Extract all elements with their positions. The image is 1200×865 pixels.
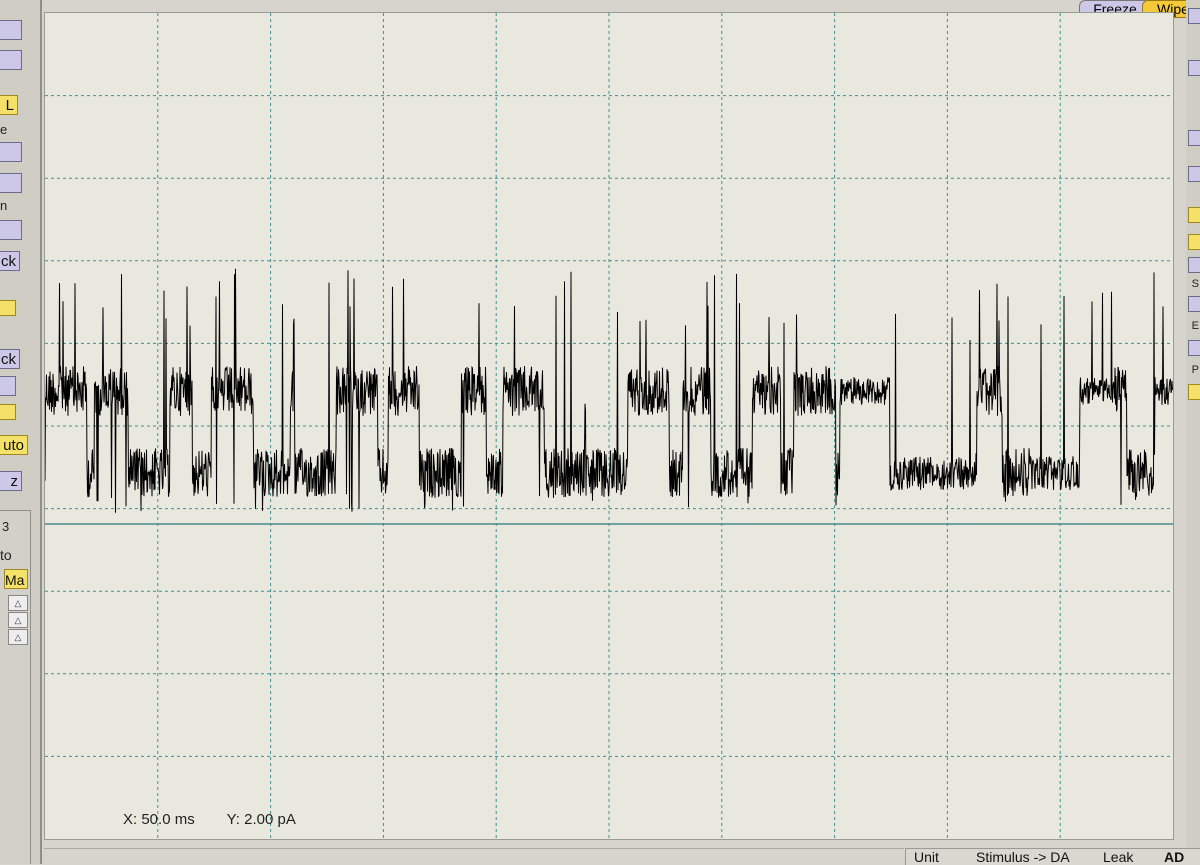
- left-panel-button-6[interactable]: [0, 376, 16, 396]
- left-panel-button-L[interactable]: L: [0, 95, 18, 115]
- right-panel-button-4[interactable]: [1188, 166, 1200, 182]
- left-panel-label-e: e: [0, 122, 8, 137]
- status-tab-ad[interactable]: AD: [1164, 849, 1184, 865]
- left-panel-button-ck-2[interactable]: ck: [0, 349, 20, 369]
- left-panel-button-3[interactable]: [0, 142, 22, 162]
- up-arrow-icon[interactable]: △: [8, 612, 28, 628]
- left-panel-button-1[interactable]: [0, 20, 22, 40]
- up-arrow-icon[interactable]: △: [8, 595, 28, 611]
- bottom-strip: [44, 848, 904, 865]
- trace-plot-svg: [45, 13, 1173, 839]
- left-panel-button-4[interactable]: [0, 173, 22, 193]
- right-panel-label-p: P: [1191, 364, 1199, 376]
- left-subpanel: 3 to Ma △ △ △: [0, 510, 31, 864]
- trace-display[interactable]: X: 50.0 ms Y: 2.00 pA: [44, 12, 1174, 840]
- left-panel-button-ck-1[interactable]: ck: [0, 251, 20, 271]
- left-subpanel-label-to: to: [0, 547, 12, 563]
- right-panel-button-7[interactable]: [1188, 340, 1200, 356]
- up-arrow-icon[interactable]: △: [8, 629, 28, 645]
- right-panel-button-6[interactable]: [1188, 296, 1200, 312]
- right-panel-toggle-1[interactable]: [1188, 207, 1200, 223]
- left-panel-button-auto[interactable]: uto: [0, 435, 28, 455]
- left-panel-small-toggle-1[interactable]: [0, 300, 16, 316]
- status-bar: Unit Stimulus -> DA Leak AD: [905, 848, 1200, 865]
- right-panel-toggle-2[interactable]: [1188, 234, 1200, 250]
- cursor-y-readout: Y: 2.00 pA: [226, 811, 296, 828]
- right-panel-button-3[interactable]: [1188, 130, 1200, 146]
- left-panel-label-n: n: [0, 198, 8, 213]
- right-panel-button-2[interactable]: [1188, 60, 1200, 76]
- cursor-readout: X: 50.0 ms Y: 2.00 pA: [123, 811, 324, 828]
- right-panel-label-s: S: [1191, 278, 1199, 290]
- status-tab-leak[interactable]: Leak: [1103, 849, 1133, 865]
- right-panel-button-1[interactable]: [1188, 8, 1200, 24]
- left-panel-button-z[interactable]: z: [0, 471, 22, 491]
- left-subpanel-label-3: 3: [2, 519, 10, 534]
- right-panel-toggle-3[interactable]: [1188, 384, 1200, 400]
- left-subpanel-button-ma[interactable]: Ma: [4, 569, 28, 589]
- status-tab-stimulus[interactable]: Stimulus -> DA: [976, 849, 1070, 865]
- right-panel-label-e: E: [1191, 320, 1199, 332]
- left-control-panel: L e n ck ck uto z 3 to Ma △ △ △: [0, 0, 42, 864]
- left-panel-small-toggle-2[interactable]: [0, 404, 16, 420]
- cursor-x-readout: X: 50.0 ms: [123, 811, 195, 828]
- right-panel-button-5[interactable]: [1188, 257, 1200, 273]
- left-panel-button-5[interactable]: [0, 220, 22, 240]
- left-panel-button-2[interactable]: [0, 50, 22, 70]
- status-tab-unit[interactable]: Unit: [914, 849, 939, 865]
- right-control-panel: S E P: [1186, 0, 1200, 864]
